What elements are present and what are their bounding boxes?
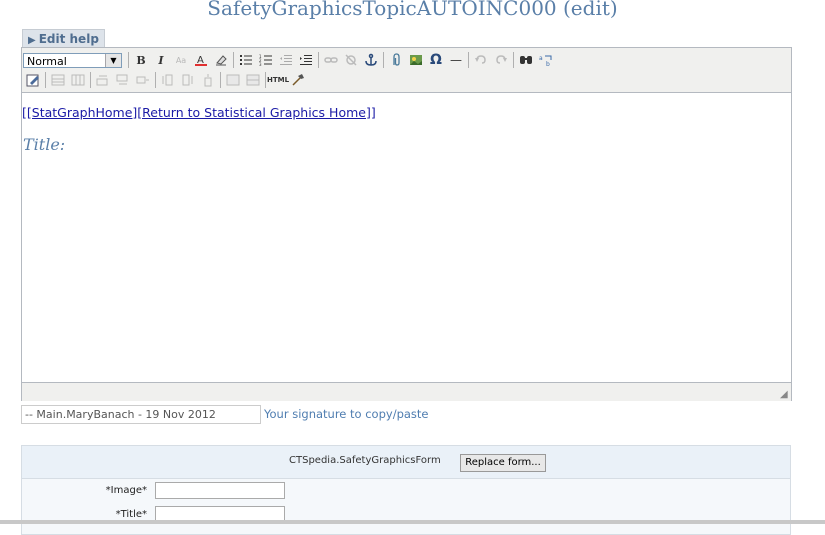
anchor-icon[interactable] (361, 51, 381, 69)
taskbar-edge (0, 520, 825, 524)
toolbar-separator (318, 52, 319, 68)
toolbar-row-2: HTML (23, 70, 308, 90)
chevron-down-icon[interactable]: ▼ (105, 53, 121, 67)
font-size-icon[interactable]: Aa (171, 51, 191, 69)
outdent-icon[interactable] (276, 51, 296, 69)
attach-icon[interactable] (386, 51, 406, 69)
toolbar-separator (128, 52, 129, 68)
edit-note-icon[interactable] (23, 71, 43, 89)
editor-toolbar: Normal ▼ B I Aa A 123 Ω — a b HTML (22, 48, 791, 93)
row-before-icon[interactable] (93, 71, 113, 89)
hammer-icon[interactable] (288, 71, 308, 89)
form-name: CTSpedia.SafetyGraphicsForm (289, 455, 441, 466)
split-cells-icon[interactable] (223, 71, 243, 89)
page-title: SafetyGraphicsTopicAUTOINC000 (edit) (207, 0, 618, 20)
special-char-button[interactable]: Ω (426, 51, 446, 69)
replace-icon[interactable]: ab (536, 51, 556, 69)
redo-icon[interactable] (491, 51, 511, 69)
remove-format-icon[interactable] (211, 51, 231, 69)
html-source-button[interactable]: HTML (267, 71, 289, 89)
format-select-value: Normal (27, 54, 67, 68)
signature-hint: Your signature to copy/paste (264, 407, 429, 421)
unlink-icon[interactable] (341, 51, 361, 69)
bold-button[interactable]: B (131, 51, 151, 69)
image-icon[interactable] (406, 51, 426, 69)
signature-field[interactable] (21, 405, 261, 424)
title-heading: Title: (23, 135, 66, 154)
edit-help-label: Edit help (38, 32, 99, 46)
italic-button[interactable]: I (151, 51, 171, 69)
image-field-label: *Image* (105, 485, 147, 496)
format-select[interactable]: Normal ▼ (23, 52, 122, 68)
undo-icon[interactable] (471, 51, 491, 69)
toolbar-separator (383, 52, 384, 68)
edit-help-toggle[interactable]: ▶ Edit help (22, 29, 105, 47)
toolbar-separator (155, 72, 156, 88)
toolbar-separator (220, 72, 221, 88)
wysiwyg-editor: Normal ▼ B I Aa A 123 Ω — a b HTML [[Sta… (21, 47, 792, 401)
toolbar-separator (265, 72, 266, 88)
svg-text:b: b (546, 61, 550, 67)
form-header: CTSpedia.SafetyGraphicsForm Replace form… (22, 446, 790, 479)
merge-cells-icon[interactable] (243, 71, 263, 89)
col-after-icon[interactable] (178, 71, 198, 89)
indent-icon[interactable] (296, 51, 316, 69)
toolbar-separator (90, 72, 91, 88)
svg-text:a: a (539, 55, 543, 62)
delete-row-icon[interactable] (133, 71, 153, 89)
link-icon[interactable] (321, 51, 341, 69)
title-field-label: *Title* (115, 509, 147, 520)
table-insert-icon[interactable] (48, 71, 68, 89)
bullet-list-icon[interactable] (236, 51, 256, 69)
delete-col-icon[interactable] (198, 71, 218, 89)
toolbar-row-1: Normal ▼ B I Aa A 123 Ω — a b (23, 50, 556, 70)
image-field[interactable] (155, 482, 285, 499)
toolbar-separator (468, 52, 469, 68)
toolbar-separator (45, 72, 46, 88)
editor-status-bar: ◢ (22, 382, 791, 401)
numbered-list-icon[interactable]: 123 (256, 51, 276, 69)
expand-arrow-icon: ▶ (28, 35, 36, 46)
toolbar-separator (513, 52, 514, 68)
row-after-icon[interactable] (113, 71, 133, 89)
horizontal-rule-button[interactable]: — (446, 51, 466, 69)
table-props-icon[interactable] (68, 71, 88, 89)
stat-graph-home-link[interactable]: [[StatGraphHome][Return to Statistical G… (22, 105, 376, 120)
editor-content-area[interactable]: [[StatGraphHome][Return to Statistical G… (22, 93, 791, 382)
svg-text:3: 3 (259, 62, 262, 67)
col-before-icon[interactable] (158, 71, 178, 89)
toolbar-separator (233, 52, 234, 68)
find-icon[interactable] (516, 51, 536, 69)
replace-form-button[interactable]: Replace form... (460, 454, 546, 472)
text-color-icon[interactable]: A (191, 51, 211, 69)
resize-grip-icon[interactable]: ◢ (780, 390, 790, 400)
